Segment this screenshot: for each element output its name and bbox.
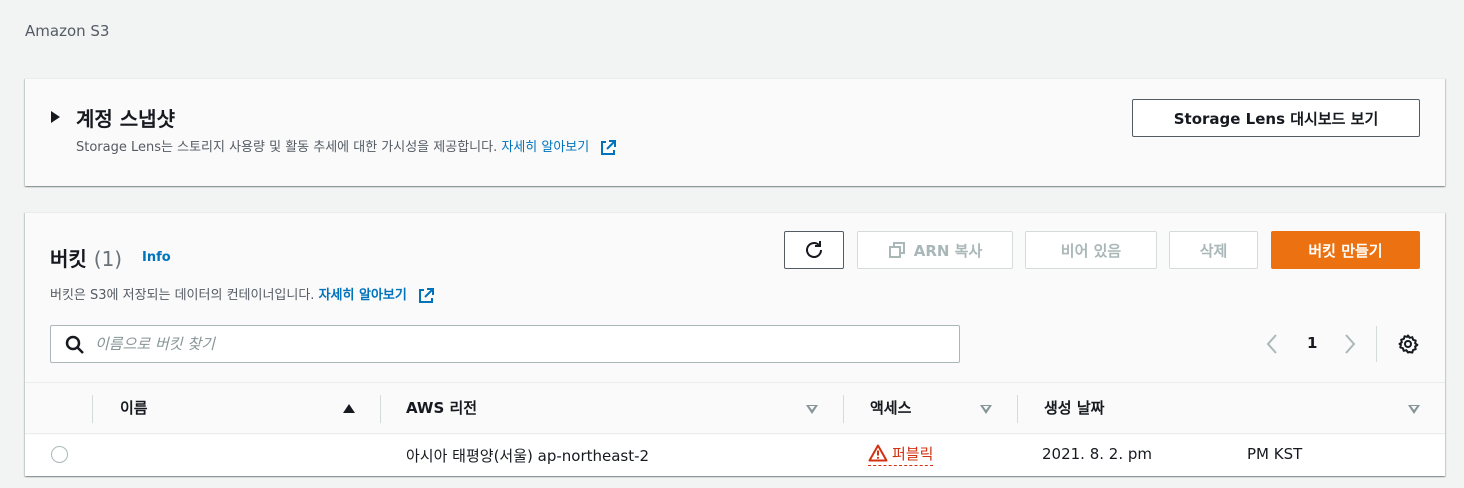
sort-ascending-icon[interactable] [343,404,355,413]
settings-icon[interactable] [1397,333,1419,355]
empty-bucket-button[interactable]: 비어 있음 [1025,231,1157,269]
refresh-button[interactable] [784,231,844,269]
snapshot-title[interactable]: 계정 스냅샷 [76,103,175,132]
buckets-learn-more-link[interactable]: 자세히 알아보기 [319,288,407,303]
bucket-search [50,325,960,363]
pager-divider [1376,326,1377,362]
search-icon [65,335,84,354]
column-divider[interactable] [843,395,844,423]
bucket-name-redacted[interactable] [120,443,260,473]
create-bucket-button[interactable]: 버킷 만들기 [1271,231,1420,269]
breadcrumb[interactable]: Amazon S3 [25,22,109,40]
table-row[interactable]: 아시아 태평양(서울) ap-northeast-2 퍼블릭 2021. 8. … [25,435,1445,476]
buckets-title: 버킷 (1) [50,243,122,272]
info-link[interactable]: Info [142,250,171,265]
copy-arn-label: ARN 복사 [913,241,983,260]
creation-date: 2021. 8. 2. pm [1042,445,1153,463]
copy-icon [888,242,905,258]
creation-time-zone: PM KST [1247,445,1303,463]
column-divider[interactable] [380,395,381,423]
table-header: 이름 AWS 리전 액세스 생성 날짜 [25,382,1445,434]
row-select-radio[interactable] [51,446,68,463]
buckets-description: 버킷은 S3에 저장되는 데이터의 컨테이너입니다. 자세히 알아보기 [50,284,435,305]
bucket-search-input[interactable] [95,332,945,356]
column-region-header[interactable]: AWS 리전 [406,397,477,418]
sort-icon[interactable] [980,405,992,414]
buckets-count: (1) [93,247,123,271]
delete-bucket-button[interactable]: 삭제 [1169,231,1258,269]
buckets-description-text: 버킷은 S3에 저장되는 데이터의 컨테이너입니다. [50,288,315,303]
bucket-region: 아시아 태평양(서울) ap-northeast-2 [406,447,650,465]
chevron-left-icon[interactable] [1265,333,1279,355]
sort-icon[interactable] [1408,405,1420,414]
external-link-icon[interactable] [417,287,435,305]
sort-icon[interactable] [806,405,818,414]
column-divider [92,395,93,423]
buckets-title-text: 버킷 [50,247,87,271]
snapshot-description-text: Storage Lens는 스토리지 사용량 및 활동 추세에 대한 가시성을 … [76,140,498,155]
buckets-panel: 버킷 (1) Info 버킷은 S3에 저장되는 데이터의 컨테이너입니다. 자… [25,212,1445,476]
column-divider[interactable] [1017,395,1018,423]
refresh-icon [806,241,822,258]
access-status-text: 퍼블릭 [892,445,934,463]
expand-caret-icon[interactable] [51,111,60,123]
account-snapshot-panel: 계정 스냅샷 Storage Lens는 스토리지 사용량 및 활동 추세에 대… [25,78,1445,186]
snapshot-description: Storage Lens는 스토리지 사용량 및 활동 추세에 대한 가시성을 … [76,136,617,157]
warning-icon [868,444,888,462]
copy-arn-button[interactable]: ARN 복사 [857,231,1013,269]
column-access-header[interactable]: 액세스 [870,397,911,418]
storage-lens-dashboard-button[interactable]: Storage Lens 대시보드 보기 [1132,99,1420,137]
access-status: 퍼블릭 [868,443,934,466]
column-name-header[interactable]: 이름 [120,397,148,418]
current-page[interactable]: 1 [1307,334,1317,352]
snapshot-learn-more-link[interactable]: 자세히 알아보기 [501,140,589,155]
column-created-header[interactable]: 생성 날짜 [1044,397,1104,418]
chevron-right-icon[interactable] [1343,333,1357,355]
external-link-icon[interactable] [599,139,617,157]
